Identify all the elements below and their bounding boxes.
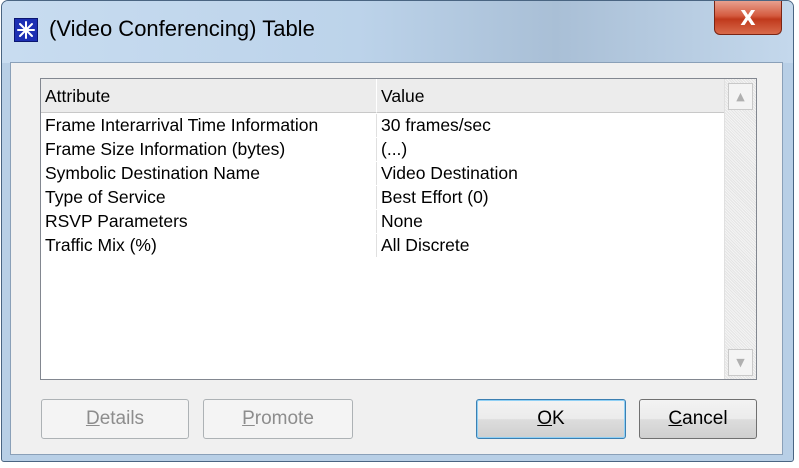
value-cell[interactable]: None [377, 210, 745, 233]
cancel-button[interactable]: Cancel [639, 399, 757, 439]
ok-button[interactable]: OK [476, 399, 626, 439]
close-button[interactable]: X [714, 1, 782, 35]
table-row[interactable]: Frame Size Information (bytes) (...) [41, 138, 745, 162]
table-row[interactable]: Frame Interarrival Time Information 30 f… [41, 114, 745, 138]
attribute-cell[interactable]: Frame Interarrival Time Information [41, 114, 377, 137]
table-row[interactable]: Symbolic Destination Name Video Destinat… [41, 162, 745, 186]
dialog-client-area: Attribute Value Frame Interarrival Time … [10, 62, 783, 455]
dialog-window: (Video Conferencing) Table X Attribute V… [1, 0, 794, 462]
close-icon: X [740, 5, 756, 30]
cancel-mnemonic: C [668, 408, 683, 429]
column-header-value[interactable]: Value [377, 79, 745, 113]
table-row[interactable]: Type of Service Best Effort (0) [41, 186, 745, 210]
attribute-cell[interactable]: RSVP Parameters [41, 210, 377, 233]
promote-label: romote [254, 408, 314, 429]
ok-mnemonic: O [537, 408, 553, 429]
column-header-attribute[interactable]: Attribute [41, 79, 377, 113]
value-cell[interactable]: Video Destination [377, 162, 745, 185]
attribute-cell[interactable]: Type of Service [41, 186, 377, 209]
attribute-table: Attribute Value Frame Interarrival Time … [40, 78, 757, 380]
table-grid: Attribute Value Frame Interarrival Time … [41, 79, 745, 258]
ok-label: K [552, 408, 565, 429]
value-cell[interactable]: Best Effort (0) [377, 186, 745, 209]
title-bar[interactable]: (Video Conferencing) Table X [2, 1, 793, 63]
attribute-cell[interactable]: Traffic Mix (%) [41, 234, 377, 257]
value-cell[interactable]: (...) [377, 138, 745, 161]
table-row[interactable]: Traffic Mix (%) All Discrete [41, 234, 745, 258]
value-cell[interactable]: All Discrete [377, 234, 745, 257]
details-button[interactable]: Details [41, 399, 189, 439]
cancel-label: ancel [682, 408, 728, 429]
details-mnemonic: D [85, 408, 100, 429]
details-label: etails [99, 408, 145, 429]
scroll-up-arrow-icon: ▲ [736, 90, 745, 103]
table-header-row: Attribute Value [41, 79, 745, 114]
table-row[interactable]: RSVP Parameters None [41, 210, 745, 234]
promote-mnemonic: P [242, 408, 255, 429]
attribute-cell[interactable]: Frame Size Information (bytes) [41, 138, 377, 161]
scroll-down-arrow-icon: ▼ [736, 356, 745, 369]
window-title: (Video Conferencing) Table [49, 16, 315, 41]
vertical-scrollbar[interactable]: ▲ ▼ [724, 79, 756, 379]
scroll-up-button[interactable]: ▲ [728, 83, 753, 110]
value-cell[interactable]: 30 frames/sec [377, 114, 745, 137]
asterisk-icon [14, 18, 38, 42]
scroll-down-button[interactable]: ▼ [728, 349, 753, 376]
promote-button[interactable]: Promote [203, 399, 353, 439]
attribute-cell[interactable]: Symbolic Destination Name [41, 162, 377, 185]
